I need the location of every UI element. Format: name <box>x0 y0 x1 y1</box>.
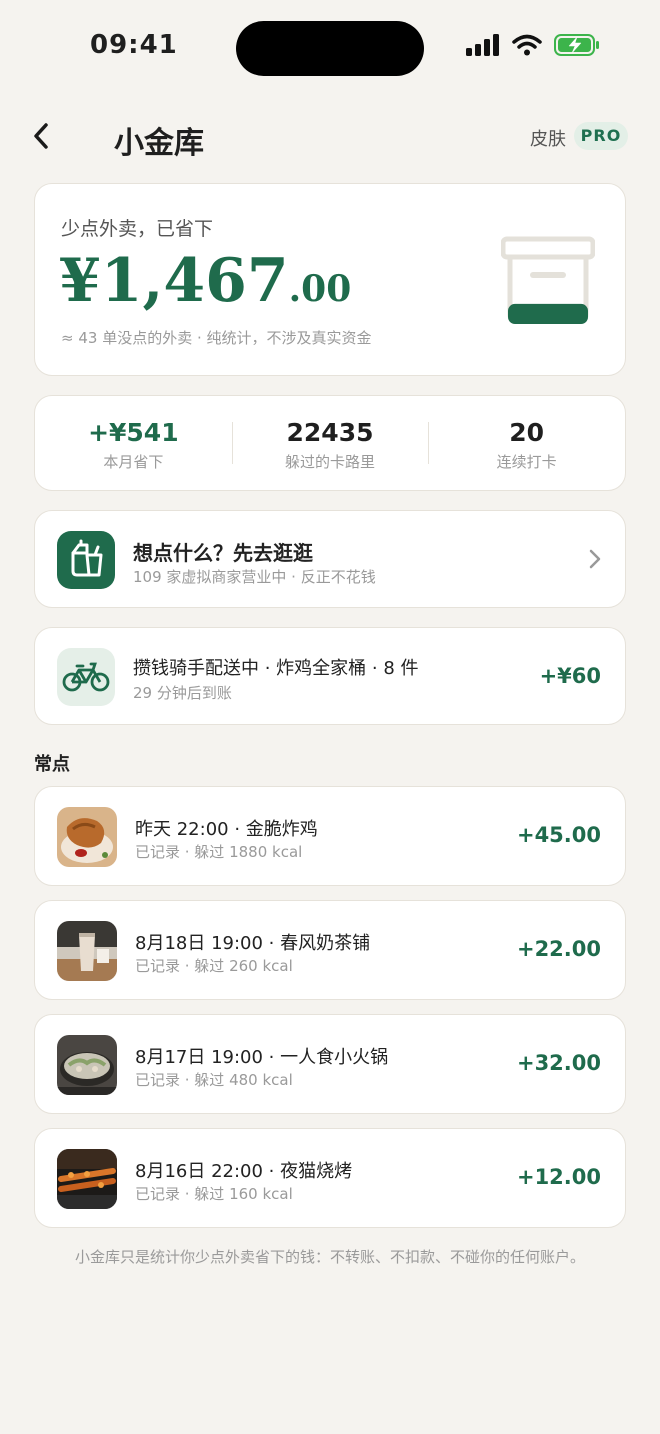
rider-subtitle: 29 分钟后到账 <box>133 684 232 702</box>
chevron-right-icon <box>589 549 601 569</box>
footer-disclaimer: 小金库只是统计你少点外卖省下的钱：不转账、不扣款、不碰你的任何账户。 <box>74 1248 585 1266</box>
order-thumbnail-milk-tea <box>57 921 117 981</box>
back-arrow-icon[interactable] <box>28 118 56 154</box>
browse-shops-card[interactable]: 想点什么？先去逛逛 109 家虚拟商家营业中 · 反正不花钱 <box>34 510 626 608</box>
page-title: 小金库 <box>114 126 204 161</box>
browse-title: 想点什么？先去逛逛 <box>133 541 313 565</box>
savings-card: 少点外卖，已省下 ¥1,467.00 ≈ 43 单没点的外卖 · 纯统计，不涉及… <box>34 183 626 376</box>
order-title: 8月16日 22:00 · 夜猫烧烤 <box>135 1161 353 1182</box>
nav-bar: 小金库 皮肤 PRO <box>0 108 660 164</box>
savings-amount: ¥1,467.00 <box>59 246 351 316</box>
order-thumbnail-bbq <box>57 1149 117 1209</box>
stat-value: 22435 <box>286 418 374 447</box>
savings-amount-decimal: .00 <box>288 268 352 310</box>
status-bar: 09:41 <box>0 0 660 96</box>
battery-charging-icon <box>554 34 599 56</box>
rider-icon-tile <box>57 648 115 706</box>
order-row[interactable]: 8月17日 19:00 · 一人食小火锅 已记录 · 躲过 480 kcal +… <box>34 1014 626 1114</box>
storage-box-icon <box>501 236 595 324</box>
status-icons <box>466 34 600 56</box>
order-amount: +12.00 <box>516 1165 601 1189</box>
order-title: 昨天 22:00 · 金脆炸鸡 <box>135 819 318 840</box>
order-subtitle: 已记录 · 躲过 260 kcal <box>135 957 293 975</box>
order-thumbnail-fried-chicken <box>57 807 117 867</box>
stats-card: +¥541 本月省下 22435 躲过的卡路里 20 连续打卡 <box>34 395 626 491</box>
order-title: 8月17日 19:00 · 一人食小火锅 <box>135 1047 389 1068</box>
takeout-bag-icon <box>71 539 103 577</box>
stat-calories-avoided: 22435 躲过的卡路里 <box>231 396 429 490</box>
dynamic-island <box>236 21 424 76</box>
section-title-frequent: 常点 <box>34 754 70 775</box>
bicycle-icon <box>62 662 110 692</box>
order-subtitle: 已记录 · 躲过 480 kcal <box>135 1071 293 1089</box>
savings-amount-integer: ¥1,467 <box>59 246 289 316</box>
order-row[interactable]: 昨天 22:00 · 金脆炸鸡 已记录 · 躲过 1880 kcal +45.0… <box>34 786 626 886</box>
stat-label: 本月省下 <box>103 453 164 471</box>
rider-title: 攒钱骑手配送中 · 炸鸡全家桶 · 8 件 <box>133 658 419 679</box>
order-thumbnail-hotpot <box>57 1035 117 1095</box>
order-subtitle: 已记录 · 躲过 160 kcal <box>135 1185 293 1203</box>
order-title: 8月18日 19:00 · 春风奶茶铺 <box>135 933 371 954</box>
stat-streak: 20 连续打卡 <box>428 396 625 490</box>
browse-subtitle: 109 家虚拟商家营业中 · 反正不花钱 <box>133 568 376 586</box>
savings-subtitle: ≈ 43 单没点的外卖 · 纯统计，不涉及真实资金 <box>61 329 372 347</box>
status-time: 09:41 <box>90 30 178 60</box>
rider-amount: +¥60 <box>539 664 601 688</box>
stat-value: +¥541 <box>88 418 179 447</box>
cellular-signal-icon <box>466 34 499 56</box>
order-row[interactable]: 8月16日 22:00 · 夜猫烧烤 已记录 · 躲过 160 kcal +12… <box>34 1128 626 1228</box>
skin-button[interactable]: 皮肤 <box>530 125 566 151</box>
stat-label: 躲过的卡路里 <box>285 453 376 471</box>
savings-label: 少点外卖，已省下 <box>61 218 214 240</box>
wifi-icon <box>512 34 542 56</box>
order-amount: +32.00 <box>516 1051 601 1075</box>
stat-label: 连续打卡 <box>496 453 557 471</box>
stat-monthly-saved: +¥541 本月省下 <box>35 396 232 490</box>
stat-value: 20 <box>509 418 545 447</box>
pro-badge[interactable]: PRO <box>574 122 628 150</box>
storage-box-fill <box>508 303 588 324</box>
order-row[interactable]: 8月18日 19:00 · 春风奶茶铺 已记录 · 躲过 260 kcal +2… <box>34 900 626 1000</box>
order-amount: +22.00 <box>516 937 601 961</box>
rider-delivery-card[interactable]: 攒钱骑手配送中 · 炸鸡全家桶 · 8 件 29 分钟后到账 +¥60 <box>34 627 626 725</box>
order-amount: +45.00 <box>516 823 601 847</box>
browse-icon-tile <box>57 531 115 589</box>
order-subtitle: 已记录 · 躲过 1880 kcal <box>135 843 303 861</box>
